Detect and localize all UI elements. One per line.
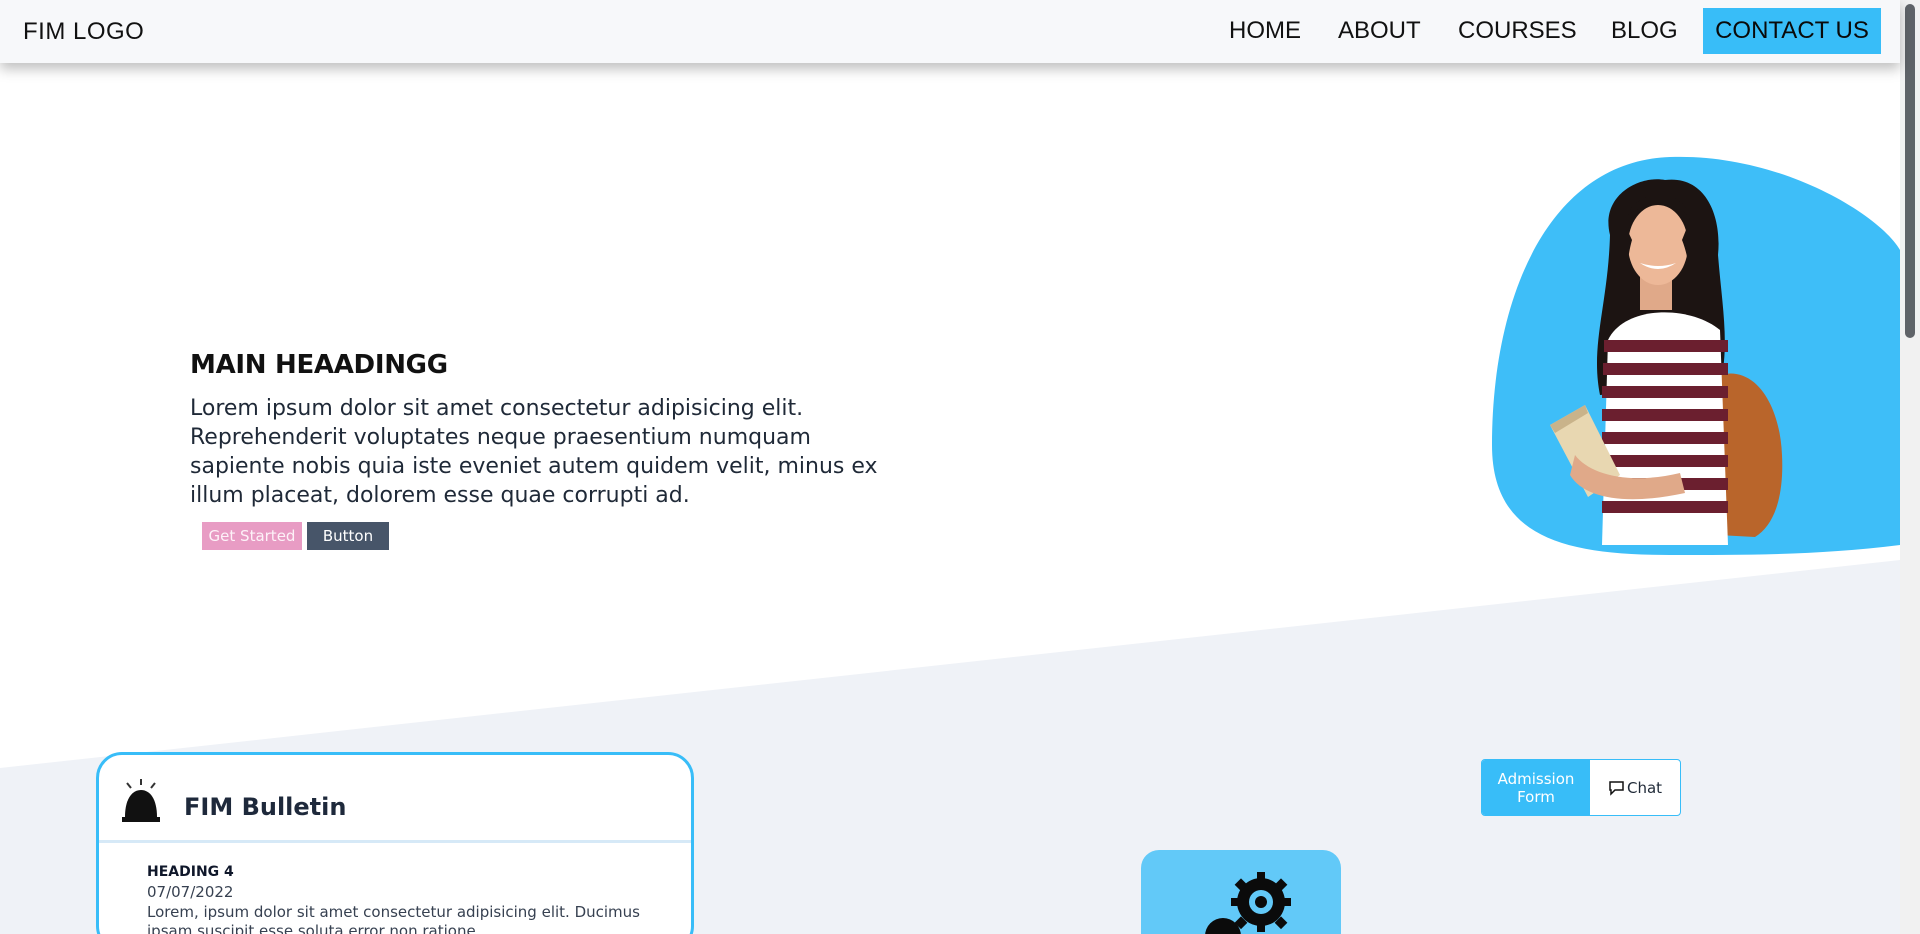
bulletin-header: FIM Bulletin xyxy=(99,755,691,843)
site-logo[interactable]: FIM LOGO xyxy=(23,18,144,46)
alarm-siren-icon xyxy=(122,779,160,822)
hero-description: Lorem ipsum dolor sit amet consectetur a… xyxy=(190,396,878,508)
get-started-button[interactable]: Get Started xyxy=(202,522,302,550)
bulletin-card: FIM Bulletin HEADING 4 07/07/2022 Lorem,… xyxy=(96,752,694,934)
chat-bubble-icon xyxy=(1609,780,1624,796)
admission-form-button[interactable]: Admission Form xyxy=(1482,760,1590,815)
gears-icon xyxy=(1205,872,1291,934)
contact-us-button[interactable]: CONTACT US xyxy=(1703,8,1881,54)
quick-action-group: Admission Form Chat xyxy=(1481,759,1681,816)
nav-blog-link[interactable]: BLOG xyxy=(1611,17,1678,45)
bulletin-title: FIM Bulletin xyxy=(184,793,347,821)
hero-heading: MAIN HEAADINGG xyxy=(190,350,448,380)
nav-about-link[interactable]: ABOUT xyxy=(1338,17,1421,45)
page-scrollbar[interactable] xyxy=(1900,0,1920,934)
navbar: FIM LOGO HOME ABOUT COURSES BLOG CONTACT… xyxy=(0,0,1900,63)
bulletin-item-text: Lorem, ipsum dolor sit amet consectetur … xyxy=(147,903,640,934)
service-card[interactable] xyxy=(1141,850,1341,934)
chat-button[interactable]: Chat xyxy=(1590,760,1680,815)
student-hero-image xyxy=(1492,156,1900,556)
secondary-button[interactable]: Button xyxy=(307,522,389,550)
nav-home-link[interactable]: HOME xyxy=(1229,17,1301,45)
chat-button-label: Chat xyxy=(1626,778,1663,797)
bulletin-item-heading: HEADING 4 xyxy=(147,865,234,877)
scrollbar-thumb[interactable] xyxy=(1905,4,1915,338)
nav-courses-link[interactable]: COURSES xyxy=(1458,17,1577,45)
bulletin-item: HEADING 4 07/07/2022 Lorem, ipsum dolor … xyxy=(147,865,677,934)
bulletin-item-date: 07/07/2022 xyxy=(147,883,234,901)
